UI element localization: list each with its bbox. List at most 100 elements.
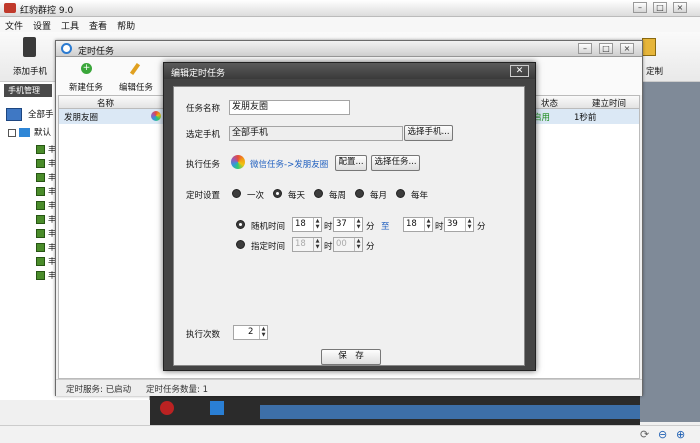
default-group-label: 默认 (34, 128, 52, 138)
new-task-label: 新建任务 (69, 83, 104, 93)
custom-icon (642, 38, 656, 56)
dialog-titlebar: 编辑定时任务 ✕ (164, 63, 535, 79)
column-name[interactable]: 名称 (97, 97, 114, 109)
exec-task-link[interactable]: 微信任务->发朋友圈 (250, 158, 328, 170)
monitor-icon (6, 108, 22, 121)
radio-icon (355, 189, 364, 198)
new-task-button[interactable]: + 新建任务 (66, 59, 106, 93)
phone-node[interactable]: 丰 (36, 186, 56, 197)
timer-minimize-button[interactable]: – (578, 43, 592, 54)
minute-unit: 分 (477, 222, 486, 232)
thumbnail-icon (160, 401, 174, 415)
phone-node[interactable]: 丰 (36, 228, 56, 239)
all-phones-node[interactable]: 全部手 (6, 108, 54, 121)
phone-icon (36, 159, 45, 168)
custom-button[interactable]: 定制 (640, 36, 674, 77)
thumbnail-icon (210, 401, 224, 415)
row-name: 发朋友圈 (64, 113, 99, 123)
phone-icon (36, 145, 45, 154)
random-from-hour[interactable]: 18 ▲ ▼ (292, 217, 322, 232)
add-phone-label: 添加手机 (13, 67, 48, 77)
app-close-button[interactable]: × (673, 2, 687, 13)
timer-close-button[interactable]: × (620, 43, 634, 54)
phone-manage-tab[interactable]: 手机管理 (4, 84, 52, 97)
radio-icon (314, 189, 323, 198)
task-name-label: 任务名称 (186, 104, 221, 114)
spinner-arrows-icon[interactable]: ▲ ▼ (354, 238, 362, 251)
task-name-input[interactable]: 发朋友圈 (229, 100, 350, 115)
fixed-hour[interactable]: 18 ▲ ▼ (292, 237, 322, 252)
phone-node[interactable]: 丰 (36, 270, 56, 281)
spinner-arrows-icon[interactable]: ▲ ▼ (424, 218, 432, 231)
edit-task-label: 编辑任务 (119, 83, 154, 93)
random-to-hour[interactable]: 18 ▲ ▼ (403, 217, 433, 232)
column-created[interactable]: 建立时间 (592, 97, 626, 109)
phone-icon (36, 173, 45, 182)
phone-node[interactable]: 丰 (36, 158, 56, 169)
save-button[interactable]: 保 存 (321, 349, 381, 365)
phone-screens-area (640, 82, 700, 422)
folder-icon (19, 128, 30, 137)
dialog-close-button[interactable]: ✕ (510, 65, 529, 77)
column-status[interactable]: 状态 (541, 97, 558, 109)
edit-task-button[interactable]: 编辑任务 (116, 59, 156, 93)
dialog-body: 任务名称 发朋友圈 选定手机 全部手机 选择手机... 执行任务 微信任务->发… (173, 86, 525, 366)
plus-circle-icon: + (81, 63, 92, 74)
phone-icon (36, 243, 45, 252)
phone-input[interactable]: 全部手机 (229, 126, 403, 141)
spinner-arrows-icon[interactable]: ▲ ▼ (313, 218, 321, 231)
hour-unit: 时 (324, 242, 333, 252)
radio-icon (236, 240, 245, 249)
refresh-icon[interactable]: ⟳ (640, 428, 649, 441)
main-statusbar: ⟳ ⊖ ⊕ (0, 425, 700, 443)
schedule-label: 定时设置 (186, 191, 221, 201)
spinner-arrows-icon[interactable]: ▲ ▼ (354, 218, 362, 231)
minute-unit: 分 (366, 222, 375, 232)
phone-icon (36, 201, 45, 210)
minute-unit: 分 (366, 242, 375, 252)
zoom-in-icon[interactable]: ⊕ (676, 428, 685, 441)
phone-icon (36, 257, 45, 266)
phone-node[interactable]: 丰 (36, 200, 56, 211)
phone-node[interactable]: 丰 (36, 172, 56, 183)
hour-unit: 时 (324, 222, 333, 232)
phone-node[interactable]: 丰 (36, 214, 56, 225)
phone-node[interactable]: 丰 (36, 144, 56, 155)
count-label: 执行次数 (186, 330, 221, 340)
phone-node[interactable]: 丰 (36, 256, 56, 267)
config-button[interactable]: 配置... (335, 155, 367, 171)
select-task-button[interactable]: 选择任务... (371, 155, 420, 171)
app-logo-icon (4, 3, 16, 13)
to-label: 至 (381, 222, 390, 232)
zoom-out-icon[interactable]: ⊖ (658, 428, 667, 441)
app-title: 红豹群控 9.0 (20, 6, 74, 16)
menubar: 文件 设置 工具 查看 帮助 (0, 17, 700, 32)
random-from-minute[interactable]: 37 ▲ ▼ (333, 217, 363, 232)
app-minimize-button[interactable]: – (633, 2, 647, 13)
radio-selected-icon (236, 220, 245, 229)
timer-maximize-button[interactable]: □ (599, 43, 613, 54)
radio-icon (396, 189, 405, 198)
pencil-icon (129, 62, 141, 76)
spinner-arrows-icon[interactable]: ▲ ▼ (313, 238, 321, 251)
app-maximize-button[interactable]: □ (653, 2, 667, 13)
all-phones-label: 全部手 (28, 110, 54, 120)
dialog-title: 编辑定时任务 (171, 69, 226, 79)
select-phone-button[interactable]: 选择手机... (404, 125, 453, 141)
phone-label: 选定手机 (186, 130, 221, 140)
custom-label: 定制 (646, 67, 664, 77)
spinner-arrows-icon[interactable]: ▲ ▼ (465, 218, 473, 231)
fixed-minute[interactable]: 00 ▲ ▼ (333, 237, 363, 252)
row-created: 1秒前 (574, 113, 597, 123)
timer-statusbar: 定时服务: 已启动 定时任务数量: 1 (56, 379, 642, 396)
radio-selected-icon (273, 189, 282, 198)
add-phone-button[interactable]: 添加手机 (10, 34, 50, 78)
phone-thumbnail-strip (150, 395, 640, 425)
task-count: 定时任务数量: 1 (146, 385, 208, 395)
random-to-minute[interactable]: 39 ▲ ▼ (444, 217, 474, 232)
phone-node[interactable]: 丰 (36, 242, 56, 253)
spinner-arrows-icon[interactable]: ▲ ▼ (259, 326, 267, 339)
default-group-node[interactable]: 默认 (8, 126, 51, 138)
count-stepper[interactable]: 2 ▲ ▼ (233, 325, 268, 340)
radio-icon (232, 189, 241, 198)
